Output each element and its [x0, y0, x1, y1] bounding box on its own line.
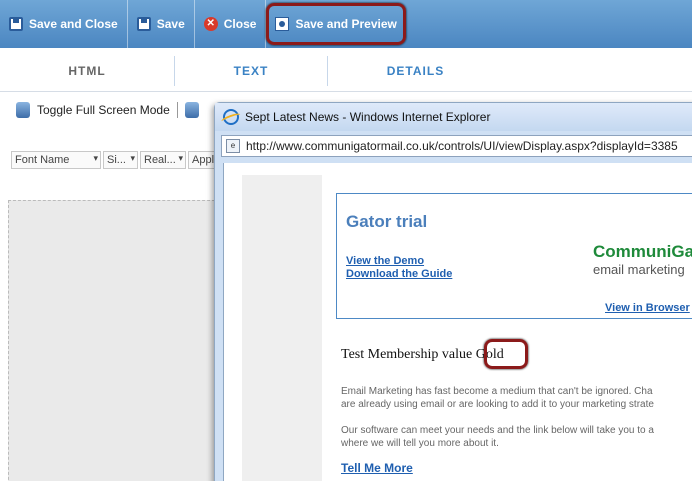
view-in-browser-link[interactable]: View in Browser: [605, 302, 690, 314]
download-guide-link[interactable]: Download the Guide: [346, 268, 452, 280]
save-label: Save: [156, 17, 185, 31]
font-toolbar: Font Name Si... Real... Apply: [11, 151, 230, 169]
view-demo-link[interactable]: View the Demo: [346, 255, 424, 267]
second-paragraph-line-2: where we will tell you more about it.: [341, 438, 499, 449]
intro-paragraph-line-1: Email Marketing has fast become a medium…: [341, 386, 653, 397]
tab-html[interactable]: HTML: [0, 56, 175, 86]
editor-toolbar: Toggle Full Screen Mode: [16, 100, 206, 120]
close-label: Close: [223, 17, 257, 31]
save-preview-highlight: [266, 3, 406, 45]
membership-label: Test Membership value: [341, 347, 476, 362]
tab-divider: [0, 91, 692, 92]
editor-tabs: HTML TEXT DETAILS: [0, 56, 692, 86]
toolbar-separator: [176, 102, 178, 118]
source-icon[interactable]: [184, 102, 199, 118]
email-heading: Gator trial: [346, 212, 428, 231]
email-body: Gator trial View the Demo Download the G…: [322, 175, 692, 481]
close-icon: ✕: [203, 17, 218, 31]
save-icon: [9, 17, 23, 31]
address-bar[interactable]: e http://www.communigatormail.co.uk/cont…: [221, 135, 692, 157]
close-button[interactable]: ✕ Close: [195, 0, 267, 48]
browser-content: Gator trial View the Demo Download the G…: [223, 163, 692, 481]
toggle-fullscreen-button[interactable]: Toggle Full Screen Mode: [37, 103, 170, 117]
browser-title: Sept Latest News - Windows Internet Expl…: [245, 110, 491, 124]
internet-explorer-icon: [223, 109, 239, 125]
save-button[interactable]: Save: [128, 0, 195, 48]
save-icon: [136, 17, 151, 31]
font-size-select[interactable]: Si...: [103, 151, 138, 169]
second-paragraph-line-1: Our software can meet your needs and the…: [341, 425, 654, 436]
paragraph-value: Real...: [144, 154, 176, 166]
cms-editor-screen: Save and Close Save ✕ Close Save and Pre…: [0, 0, 692, 481]
font-size-value: Si...: [107, 154, 126, 166]
email-background: Gator trial View the Demo Download the G…: [242, 175, 692, 481]
save-and-close-button[interactable]: Save and Close: [0, 0, 128, 48]
tab-text[interactable]: TEXT: [175, 56, 328, 86]
fullscreen-icon: [16, 102, 30, 118]
paragraph-select[interactable]: Real...: [140, 151, 186, 169]
email-header-box: Gator trial View the Demo Download the G…: [336, 193, 692, 319]
font-name-select[interactable]: Font Name: [11, 151, 101, 169]
browser-window: Sept Latest News - Windows Internet Expl…: [214, 102, 692, 481]
font-name-value: Font Name: [15, 154, 70, 166]
page-icon: e: [226, 139, 240, 153]
brand-logo: CommuniGa: [593, 242, 692, 261]
address-url: http://www.communigatormail.co.uk/contro…: [246, 139, 678, 153]
save-and-close-label: Save and Close: [29, 17, 118, 31]
tab-details[interactable]: DETAILS: [328, 56, 503, 86]
brand-tagline: email marketing: [593, 262, 685, 277]
gold-highlight: [484, 339, 528, 369]
editor-canvas[interactable]: [8, 200, 220, 481]
browser-titlebar: Sept Latest News - Windows Internet Expl…: [215, 103, 692, 131]
intro-paragraph-line-2: are already using email or are looking t…: [341, 399, 654, 410]
tell-me-more-link[interactable]: Tell Me More: [341, 461, 413, 475]
membership-line: Test Membership value Gold: [341, 347, 504, 363]
